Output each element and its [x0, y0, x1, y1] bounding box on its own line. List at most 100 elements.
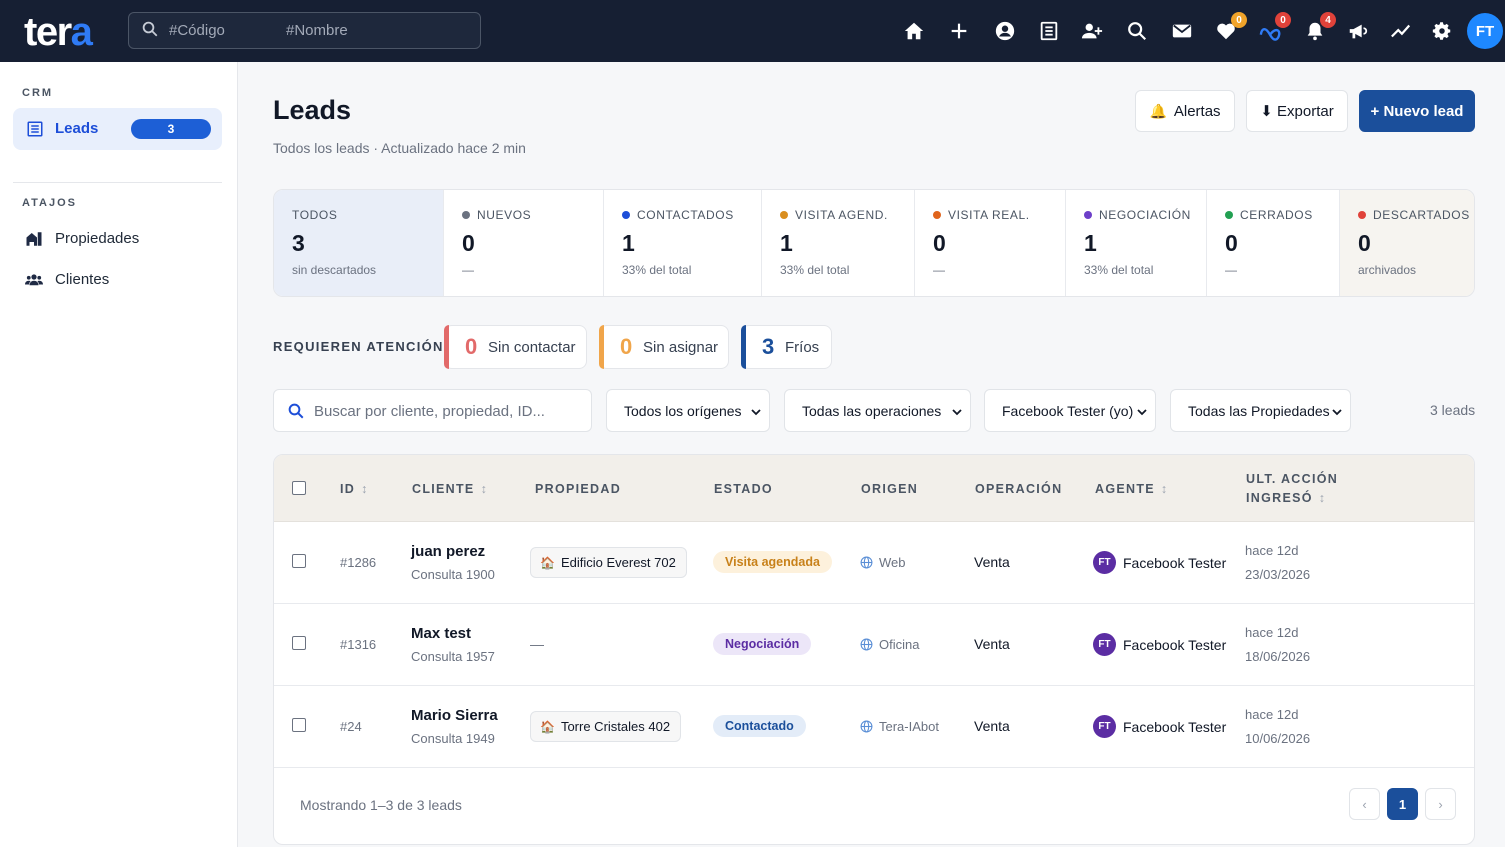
- property-name: Torre Cristales 402: [560, 719, 671, 734]
- stat-note: sin descartados: [292, 263, 377, 277]
- lead-agent[interactable]: FT Facebook Tester: [1093, 551, 1226, 574]
- chevron-down-icon: [952, 409, 962, 416]
- stat-card-negociación[interactable]: NEGOCIACIÓN 1 33% del total: [1066, 190, 1207, 296]
- table-row[interactable]: #24 Mario Sierra Consulta 1949 🏠 Torre Cr…: [274, 686, 1474, 768]
- property-name: Edificio Everest 702: [560, 555, 676, 570]
- table-row[interactable]: #1316 Max test Consulta 1957 — Negociaci…: [274, 604, 1474, 686]
- stat-label: VISITA REAL.: [933, 208, 1030, 222]
- table-row[interactable]: #1286 juan perez Consulta 1900 🏠 Edificio…: [274, 522, 1474, 604]
- lead-id: #1316: [340, 637, 377, 652]
- user-avatar[interactable]: FT: [1467, 13, 1503, 49]
- app-logo[interactable]: tera: [24, 10, 93, 55]
- property-chip[interactable]: 🏠 Torre Cristales 402: [530, 711, 682, 742]
- lead-origin: Tera-IAbot: [860, 719, 939, 734]
- prev-page-button[interactable]: ‹: [1349, 788, 1380, 820]
- home-icon[interactable]: [902, 19, 926, 43]
- user-circle-icon[interactable]: [993, 19, 1017, 43]
- plus-icon[interactable]: [947, 19, 971, 43]
- stat-note: 33% del total: [1084, 263, 1154, 277]
- property-filter-select[interactable]: Todas las Propiedades: [1170, 389, 1351, 432]
- attention-label: Sin asignar: [643, 339, 719, 356]
- globe-icon: [860, 638, 873, 651]
- sidebar-section-shortcuts: ATAJOS: [22, 197, 77, 209]
- heart-icon[interactable]: 0: [1214, 12, 1247, 43]
- status-badge: Contactado: [713, 715, 806, 737]
- stat-card-nuevos[interactable]: NUEVOS 0 —: [444, 190, 604, 296]
- attention-label: Fríos: [785, 339, 820, 356]
- sidebar-item-propiedades[interactable]: Propiedades: [24, 228, 204, 250]
- export-button[interactable]: ⬇ Exportar: [1246, 90, 1348, 132]
- attention-sin-asignar[interactable]: 0 Sin asignar: [599, 325, 729, 369]
- bell-badge: 4: [1320, 12, 1336, 28]
- stat-value: 0: [1358, 230, 1371, 256]
- stat-card-todos[interactable]: TODOS 3 sin descartados: [274, 190, 444, 296]
- globe-icon: [860, 720, 873, 733]
- stat-label: NUEVOS: [462, 208, 531, 222]
- attention-sin-contactar[interactable]: 0 Sin contactar: [444, 325, 587, 369]
- sidebar-item-clientes[interactable]: Clientes: [24, 269, 204, 291]
- stat-label: DESCARTADOS: [1358, 208, 1470, 222]
- operation-filter-value: Todas las operaciones: [802, 403, 942, 419]
- row-checkbox[interactable]: [292, 718, 306, 732]
- search-icon: [288, 403, 304, 419]
- stat-card-contactados[interactable]: CONTACTADOS 1 33% del total: [604, 190, 762, 296]
- lead-operation: Venta: [974, 554, 1010, 570]
- stat-card-visita-agend[interactable]: VISITA AGEND. 1 33% del total: [762, 190, 915, 296]
- stat-value: 1: [622, 230, 635, 256]
- bell-icon[interactable]: 4: [1303, 12, 1336, 43]
- status-stats-bar: TODOS 3 sin descartados NUEVOS 0 — CONTACT…: [273, 189, 1475, 297]
- search-placeholder: Buscar por cliente, propiedad, ID...: [314, 403, 545, 420]
- alerts-button[interactable]: 🔔 Alertas: [1135, 90, 1235, 132]
- sidebar-item-leads[interactable]: Leads 3: [13, 108, 222, 150]
- mail-icon[interactable]: [1170, 19, 1194, 43]
- col-client[interactable]: CLIENTE ↕: [412, 482, 487, 496]
- agent-filter-select[interactable]: Facebook Tester (yo): [984, 389, 1156, 432]
- col-origin: ORIGEN: [861, 482, 919, 496]
- stat-card-visita-real[interactable]: VISITA REAL. 0 —: [915, 190, 1066, 296]
- sidebar-item-label: Leads: [55, 120, 99, 137]
- client-name[interactable]: Mario Sierra: [411, 707, 498, 724]
- client-name[interactable]: Max test: [411, 625, 471, 642]
- stat-value: 1: [1084, 230, 1097, 256]
- global-search-input[interactable]: #Código #Nombre: [128, 12, 481, 49]
- trend-icon[interactable]: [1389, 19, 1413, 43]
- client-name[interactable]: juan perez: [411, 543, 485, 560]
- leads-total-count: 3 leads: [1430, 402, 1476, 418]
- stat-card-cerrados[interactable]: CERRADOS 0 —: [1207, 190, 1340, 296]
- sidebar-item-label: Clientes: [55, 271, 110, 288]
- attention-color-bar: [599, 325, 604, 369]
- col-id[interactable]: ID ↕: [340, 482, 367, 496]
- new-lead-button[interactable]: + Nuevo lead: [1359, 90, 1475, 132]
- meta-icon[interactable]: 0: [1258, 12, 1291, 43]
- next-page-button[interactable]: ›: [1425, 788, 1456, 820]
- origin-filter-value: Todos los orígenes: [624, 403, 742, 419]
- origin-filter-select[interactable]: Todos los orígenes: [606, 389, 770, 432]
- lead-agent[interactable]: FT Facebook Tester: [1093, 715, 1226, 738]
- meta-badge: 0: [1275, 12, 1291, 28]
- property-chip[interactable]: 🏠 Edificio Everest 702: [530, 547, 687, 578]
- list-icon[interactable]: [1037, 19, 1061, 43]
- search-icon[interactable]: [1125, 19, 1149, 43]
- status-dot-icon: [1084, 211, 1092, 219]
- status-badge: Negociación: [713, 633, 812, 655]
- attention-count: 0: [465, 334, 478, 359]
- users-add-icon[interactable]: [1080, 19, 1104, 43]
- name-placeholder: #Nombre: [286, 22, 348, 39]
- row-checkbox[interactable]: [292, 636, 306, 650]
- megaphone-icon[interactable]: [1346, 19, 1370, 43]
- stat-card-descartados[interactable]: DESCARTADOS 0 archivados: [1340, 190, 1474, 296]
- gear-icon[interactable]: [1430, 19, 1454, 43]
- chevron-down-icon: [1332, 409, 1342, 416]
- stat-label: NEGOCIACIÓN: [1084, 208, 1191, 222]
- attention-frios[interactable]: 3 Fríos: [741, 325, 832, 369]
- col-ingreso[interactable]: INGRESÓ ↕: [1246, 491, 1325, 505]
- lead-agent[interactable]: FT Facebook Tester: [1093, 633, 1226, 656]
- col-agent[interactable]: AGENTE ↕: [1095, 482, 1167, 496]
- last-action: hace 12d: [1245, 543, 1299, 558]
- operation-filter-select[interactable]: Todas las operaciones: [784, 389, 971, 432]
- page-1-button[interactable]: 1: [1387, 788, 1418, 820]
- lead-search-input[interactable]: Buscar por cliente, propiedad, ID...: [273, 389, 592, 432]
- row-checkbox[interactable]: [292, 554, 306, 568]
- attention-label: Sin contactar: [488, 339, 576, 356]
- select-all-checkbox[interactable]: [292, 481, 306, 495]
